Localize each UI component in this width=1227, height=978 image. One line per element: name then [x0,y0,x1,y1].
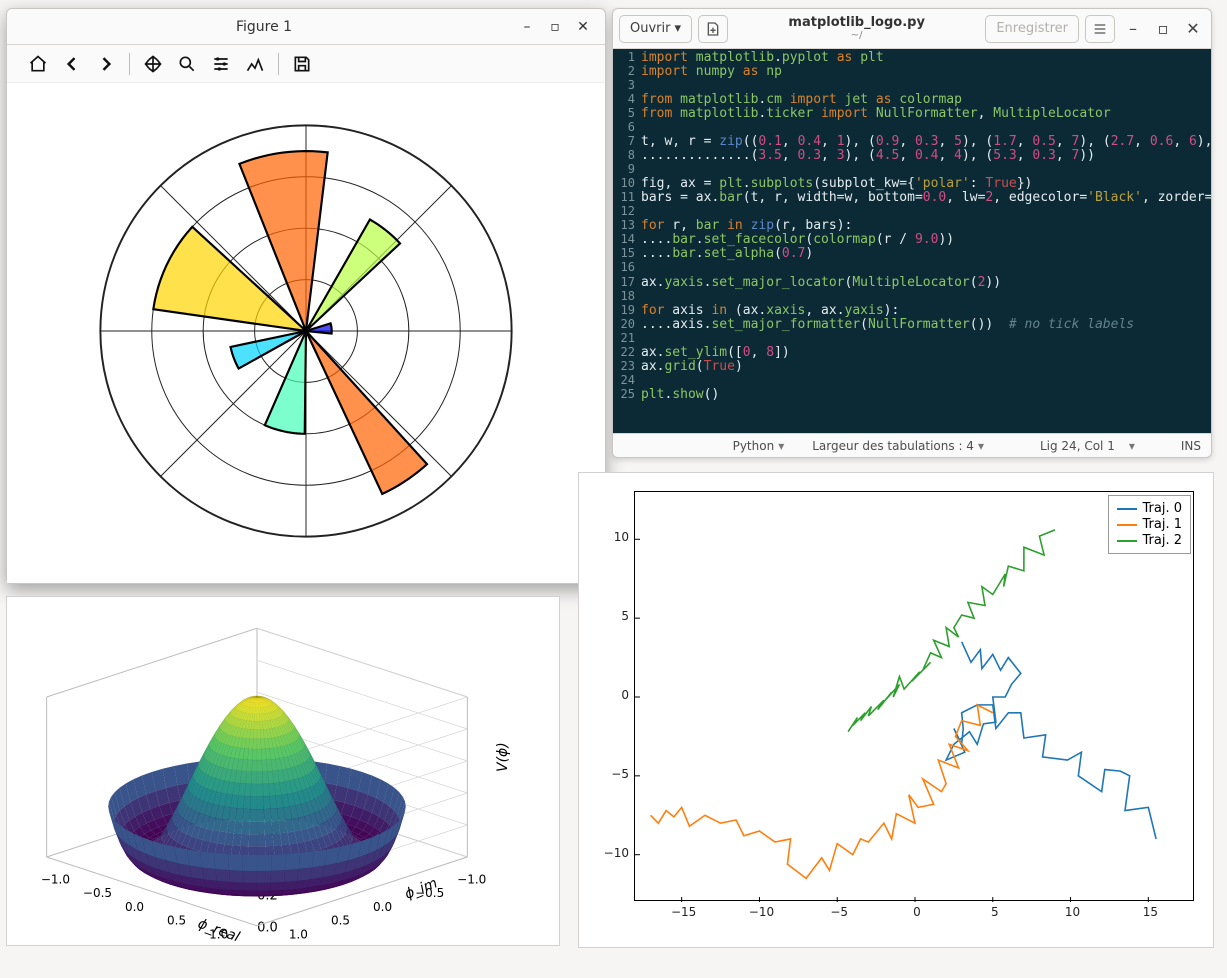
legend-label-2: Traj. 2 [1143,533,1183,548]
surface-plot-panel: 0.00.20.40.60.81.0−1.0−0.50.00.51.0−1.0−… [6,596,560,946]
legend-label-1: Traj. 1 [1143,517,1183,532]
maximize-button[interactable]: ▫ [541,16,569,38]
y-tick: 0 [595,688,629,702]
configure-icon[interactable] [206,49,236,79]
svg-text:1.0: 1.0 [289,927,308,941]
x-tick: −15 [669,905,699,919]
x-tick: 10 [1058,905,1088,919]
open-button[interactable]: Ouvrir ▾ [619,15,692,43]
x-tick: 0 [902,905,932,919]
save-button-label: Enregistrer [996,21,1068,36]
home-icon[interactable] [23,49,53,79]
editor-close-button[interactable]: ✕ [1181,18,1205,40]
editor-minimize-button[interactable]: – [1121,18,1145,40]
svg-text:0.0: 0.0 [125,900,144,914]
editor-filename: matplotlib_logo.py [734,16,979,30]
trajectory-plot-panel: Traj. 0 Traj. 1 Traj. 2 −15 −10 −5 0 5 10 15 −… [578,472,1214,948]
legend-label-0: Traj. 0 [1143,501,1183,516]
polar-plot-area[interactable] [7,83,605,583]
x-tick: 15 [1135,905,1165,919]
save-button[interactable]: Enregistrer [985,15,1079,43]
svg-text:−0.5: −0.5 [83,886,112,900]
svg-text:0.5: 0.5 [331,914,350,928]
x-tick: −10 [746,905,776,919]
figure-window: Figure 1 – ▫ ✕ [6,8,606,584]
minimize-button[interactable]: – [513,16,541,38]
new-tab-button[interactable] [698,15,728,43]
back-icon[interactable] [57,49,87,79]
x-tick: 5 [980,905,1010,919]
language-selector[interactable]: Python [733,439,785,453]
surface-plot: 0.00.20.40.60.81.0−1.0−0.50.00.51.0−1.0−… [7,597,561,947]
y-tick: 10 [595,530,629,544]
svg-text:−1.0: −1.0 [41,872,70,886]
chevron-down-icon: ▾ [674,21,681,36]
save-icon[interactable] [287,49,317,79]
figure-title: Figure 1 [15,19,513,35]
cursor-menu[interactable] [1125,439,1135,453]
hamburger-button[interactable] [1085,15,1115,43]
y-tick: −5 [595,767,629,781]
svg-text:0.0: 0.0 [373,900,392,914]
editor-statusbar: Python Largeur des tabulations : 4 Lig 2… [613,433,1211,457]
svg-text:0.0: 0.0 [257,921,278,936]
cursor-position: Lig 24, Col 1 [1040,439,1115,453]
pan-icon[interactable] [138,49,168,79]
code-editor[interactable]: 1import matplotlib.pyplot as plt2import … [613,49,1211,433]
legend-swatch-2 [1117,540,1137,542]
open-button-label: Ouvrir [630,21,670,36]
svg-text:−1.0: −1.0 [457,872,486,886]
y-tick: 5 [595,609,629,623]
svg-text:V(ϕ): V(ϕ) [495,742,511,772]
polar-chart [71,96,541,566]
legend-swatch-1 [1117,524,1137,526]
svg-text:0.5: 0.5 [167,914,186,928]
editor-maximize-button[interactable]: ▫ [1151,18,1175,40]
close-button[interactable]: ✕ [569,16,597,38]
zoom-icon[interactable] [172,49,202,79]
editor-title: matplotlib_logo.py ~/ [734,16,979,41]
x-tick: −5 [824,905,854,919]
subplots-icon[interactable] [240,49,270,79]
forward-icon[interactable] [91,49,121,79]
editor-header: Ouvrir ▾ matplotlib_logo.py ~/ Enregistre… [613,9,1211,49]
editor-filedir: ~/ [734,30,979,41]
trajectory-legend: Traj. 0 Traj. 1 Traj. 2 [1108,495,1192,554]
figure-toolbar [7,45,605,83]
editor-window: Ouvrir ▾ matplotlib_logo.py ~/ Enregistre… [612,8,1212,458]
figure-titlebar[interactable]: Figure 1 – ▫ ✕ [7,9,605,45]
y-tick: −10 [595,846,629,860]
legend-swatch-0 [1117,508,1137,510]
tabwidth-selector[interactable]: Largeur des tabulations : 4 [812,439,984,453]
insert-mode[interactable]: INS [1181,439,1201,453]
